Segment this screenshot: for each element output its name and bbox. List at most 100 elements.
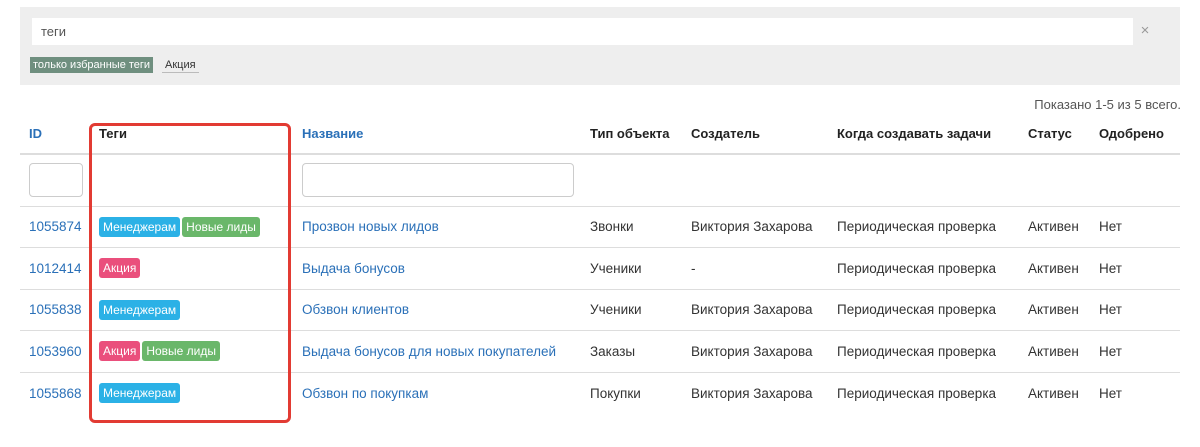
cell-object-type: Ученики (581, 247, 682, 290)
table-row: 1012414 Акция Выдача бонусов Ученики - Период… (20, 247, 1180, 290)
cell-id: 1055868 (20, 372, 90, 414)
tag-filter-akciya[interactable]: Акция (162, 57, 199, 73)
task-id-link[interactable]: 1012414 (29, 261, 82, 276)
approved-text: Нет (1099, 385, 1122, 401)
cell-when: Периодическая проверка (828, 247, 1019, 290)
tag-search-input[interactable] (32, 18, 1133, 45)
status-text: Активен (1028, 219, 1079, 235)
object-type-text: Покупки (590, 385, 641, 401)
cell-status: Активен (1019, 289, 1090, 331)
cell-id: 1055838 (20, 289, 90, 331)
creator-text: Виктория Захарова (691, 385, 813, 401)
tag-badge: Новые лиды (142, 341, 221, 362)
task-id-link[interactable]: 1053960 (29, 344, 82, 359)
object-type-text: Ученики (590, 260, 642, 276)
cell-creator: Виктория Захарова (682, 289, 828, 331)
status-text: Активен (1028, 385, 1079, 401)
clear-search-icon[interactable]: × (1137, 21, 1153, 41)
cell-tags: Менеджерам (90, 289, 293, 331)
task-name-link[interactable]: Выдача бонусов (302, 261, 405, 276)
cell-status: Активен (1019, 372, 1090, 414)
cell-name: Выдача бонусов для новых покупателей (293, 330, 581, 373)
table-row: 1055838 Менеджерам Обзвон клиентов Ученики В… (20, 289, 1180, 331)
approved-text: Нет (1099, 219, 1122, 235)
name-filter-input[interactable] (302, 163, 574, 198)
tasks-table: ID Теги Название Тип объекта Создатель К… (20, 114, 1180, 414)
cell-approved: Нет (1090, 372, 1180, 414)
creator-text: Виктория Захарова (691, 219, 813, 235)
approved-text: Нет (1099, 302, 1122, 318)
header-row: ID Теги Название Тип объекта Создатель К… (20, 114, 1180, 155)
when-text: Периодическая проверка (837, 219, 997, 235)
status-text: Активен (1028, 302, 1079, 318)
tag-badge: Менеджерам (99, 216, 181, 237)
cell-when: Периодическая проверка (828, 372, 1019, 414)
task-name-link[interactable]: Обзвон клиентов (302, 302, 409, 317)
cell-name: Прозвон новых лидов (293, 206, 581, 248)
task-id-link[interactable]: 1055868 (29, 386, 82, 401)
cell-tags: Менеджерам Новые лиды (90, 206, 293, 248)
table-row: 1053960 Акция Новые лиды Выдача бонусов для… (20, 330, 1180, 373)
column-header-object-type: Тип объекта (581, 114, 682, 155)
tag-badge: Акция (99, 341, 141, 362)
task-id-link[interactable]: 1055838 (29, 302, 82, 317)
tag-search-panel: × только избранные теги Акция (20, 7, 1180, 85)
cell-status: Активен (1019, 330, 1090, 373)
cell-object-type: Заказы (581, 330, 682, 373)
cell-approved: Нет (1090, 289, 1180, 331)
cell-when: Периодическая проверка (828, 289, 1019, 331)
table-row: 1055868 Менеджерам Обзвон по покупкам Покуп… (20, 372, 1180, 414)
favorite-tags-filter[interactable]: только избранные теги (30, 57, 154, 73)
cell-creator: Виктория Захарова (682, 372, 828, 414)
cell-creator: Виктория Захарова (682, 330, 828, 373)
cell-object-type: Покупки (581, 372, 682, 414)
filter-row (20, 154, 1180, 207)
column-header-id[interactable]: ID (20, 114, 90, 155)
approved-text: Нет (1099, 260, 1122, 276)
cell-creator: - (682, 247, 828, 290)
when-text: Периодическая проверка (837, 343, 997, 359)
cell-object-type: Ученики (581, 289, 682, 331)
cell-id: 1053960 (20, 330, 90, 373)
cell-approved: Нет (1090, 206, 1180, 248)
tag-badge: Акция (99, 258, 141, 279)
results-summary: Показано 1-5 из 5 всего. (1034, 97, 1181, 112)
column-header-when: Когда создавать задачи (828, 114, 1019, 155)
when-text: Периодическая проверка (837, 302, 997, 318)
id-filter-input[interactable] (29, 163, 83, 198)
when-text: Периодическая проверка (837, 385, 997, 401)
cell-approved: Нет (1090, 247, 1180, 290)
column-header-approved: Одобрено (1090, 114, 1180, 155)
cell-when: Периодическая проверка (828, 206, 1019, 248)
cell-status: Активен (1019, 247, 1090, 290)
cell-name: Обзвон клиентов (293, 289, 581, 331)
tag-badge: Новые лиды (182, 216, 260, 237)
object-type-text: Звонки (590, 219, 634, 235)
cell-tags: Акция (90, 247, 293, 290)
cell-when: Периодическая проверка (828, 330, 1019, 373)
cell-name: Обзвон по покупкам (293, 372, 581, 414)
cell-tags: Акция Новые лиды (90, 330, 293, 373)
status-text: Активен (1028, 343, 1079, 359)
object-type-text: Заказы (590, 343, 636, 359)
tag-badge: Менеджерам (99, 299, 181, 320)
column-header-tags: Теги (90, 114, 293, 155)
task-name-link[interactable]: Прозвон новых лидов (302, 219, 439, 234)
cell-id: 1055874 (20, 206, 90, 248)
object-type-text: Ученики (590, 302, 642, 318)
cell-creator: Виктория Захарова (682, 206, 828, 248)
column-header-creator: Создатель (682, 114, 828, 155)
task-id-link[interactable]: 1055874 (29, 219, 82, 234)
column-header-name[interactable]: Название (293, 114, 581, 155)
tag-badge: Менеджерам (99, 383, 181, 403)
cell-tags: Менеджерам (90, 372, 293, 414)
creator-text: Виктория Захарова (691, 302, 813, 318)
table-row: 1055874 Менеджерам Новые лиды Прозвон новых… (20, 206, 1180, 248)
cell-name: Выдача бонусов (293, 247, 581, 290)
task-name-link[interactable]: Обзвон по покупкам (302, 386, 428, 401)
creator-text: Виктория Захарова (691, 343, 813, 359)
cell-approved: Нет (1090, 330, 1180, 373)
task-name-link[interactable]: Выдача бонусов для новых покупателей (302, 344, 556, 359)
when-text: Периодическая проверка (837, 260, 997, 276)
column-header-status: Статус (1019, 114, 1090, 155)
